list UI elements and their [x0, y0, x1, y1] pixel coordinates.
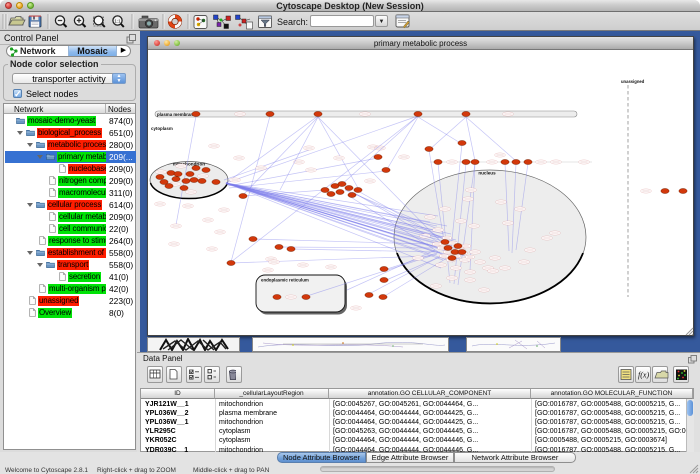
svg-text:unassigned: unassigned: [621, 79, 645, 84]
svg-text:cytoplasm: cytoplasm: [151, 126, 173, 131]
svg-text:nucleus: nucleus: [478, 171, 496, 176]
svg-text:endoplasmic reticulum: endoplasmic reticulum: [261, 278, 309, 283]
svg-text:f(x): f(x): [638, 371, 649, 380]
svg-text:1:1: 1:1: [114, 19, 121, 24]
svg-text:plasma membrane: plasma membrane: [157, 112, 196, 117]
